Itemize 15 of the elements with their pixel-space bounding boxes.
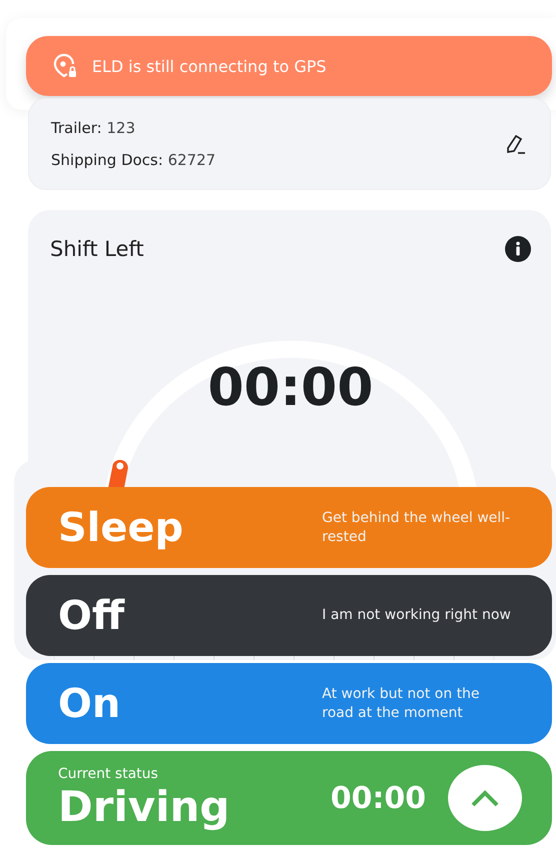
- current-status-time: 00:00: [330, 780, 426, 816]
- load-info-field: Shipping Docs: 62727: [51, 151, 216, 169]
- location-lock-icon: [52, 53, 78, 79]
- status-option[interactable]: On At work but not on the road at the moment: [26, 663, 552, 744]
- status-option[interactable]: Off I am not working right now: [26, 575, 552, 656]
- alert-text: ELD is still connecting to GPS: [92, 56, 326, 76]
- shift-title: Shift Left: [50, 237, 144, 261]
- status-option[interactable]: Sleep Get behind the wheel well-rested: [26, 487, 552, 568]
- chevron-up-icon: [470, 789, 500, 807]
- load-info-field: Trailer: 123: [51, 119, 216, 137]
- info-icon[interactable]: [505, 236, 531, 262]
- current-status-label: Current status: [58, 766, 160, 782]
- shift-time: 00:00: [208, 358, 374, 418]
- edit-icon[interactable]: [504, 132, 528, 156]
- current-status-name: Driving: [58, 782, 231, 830]
